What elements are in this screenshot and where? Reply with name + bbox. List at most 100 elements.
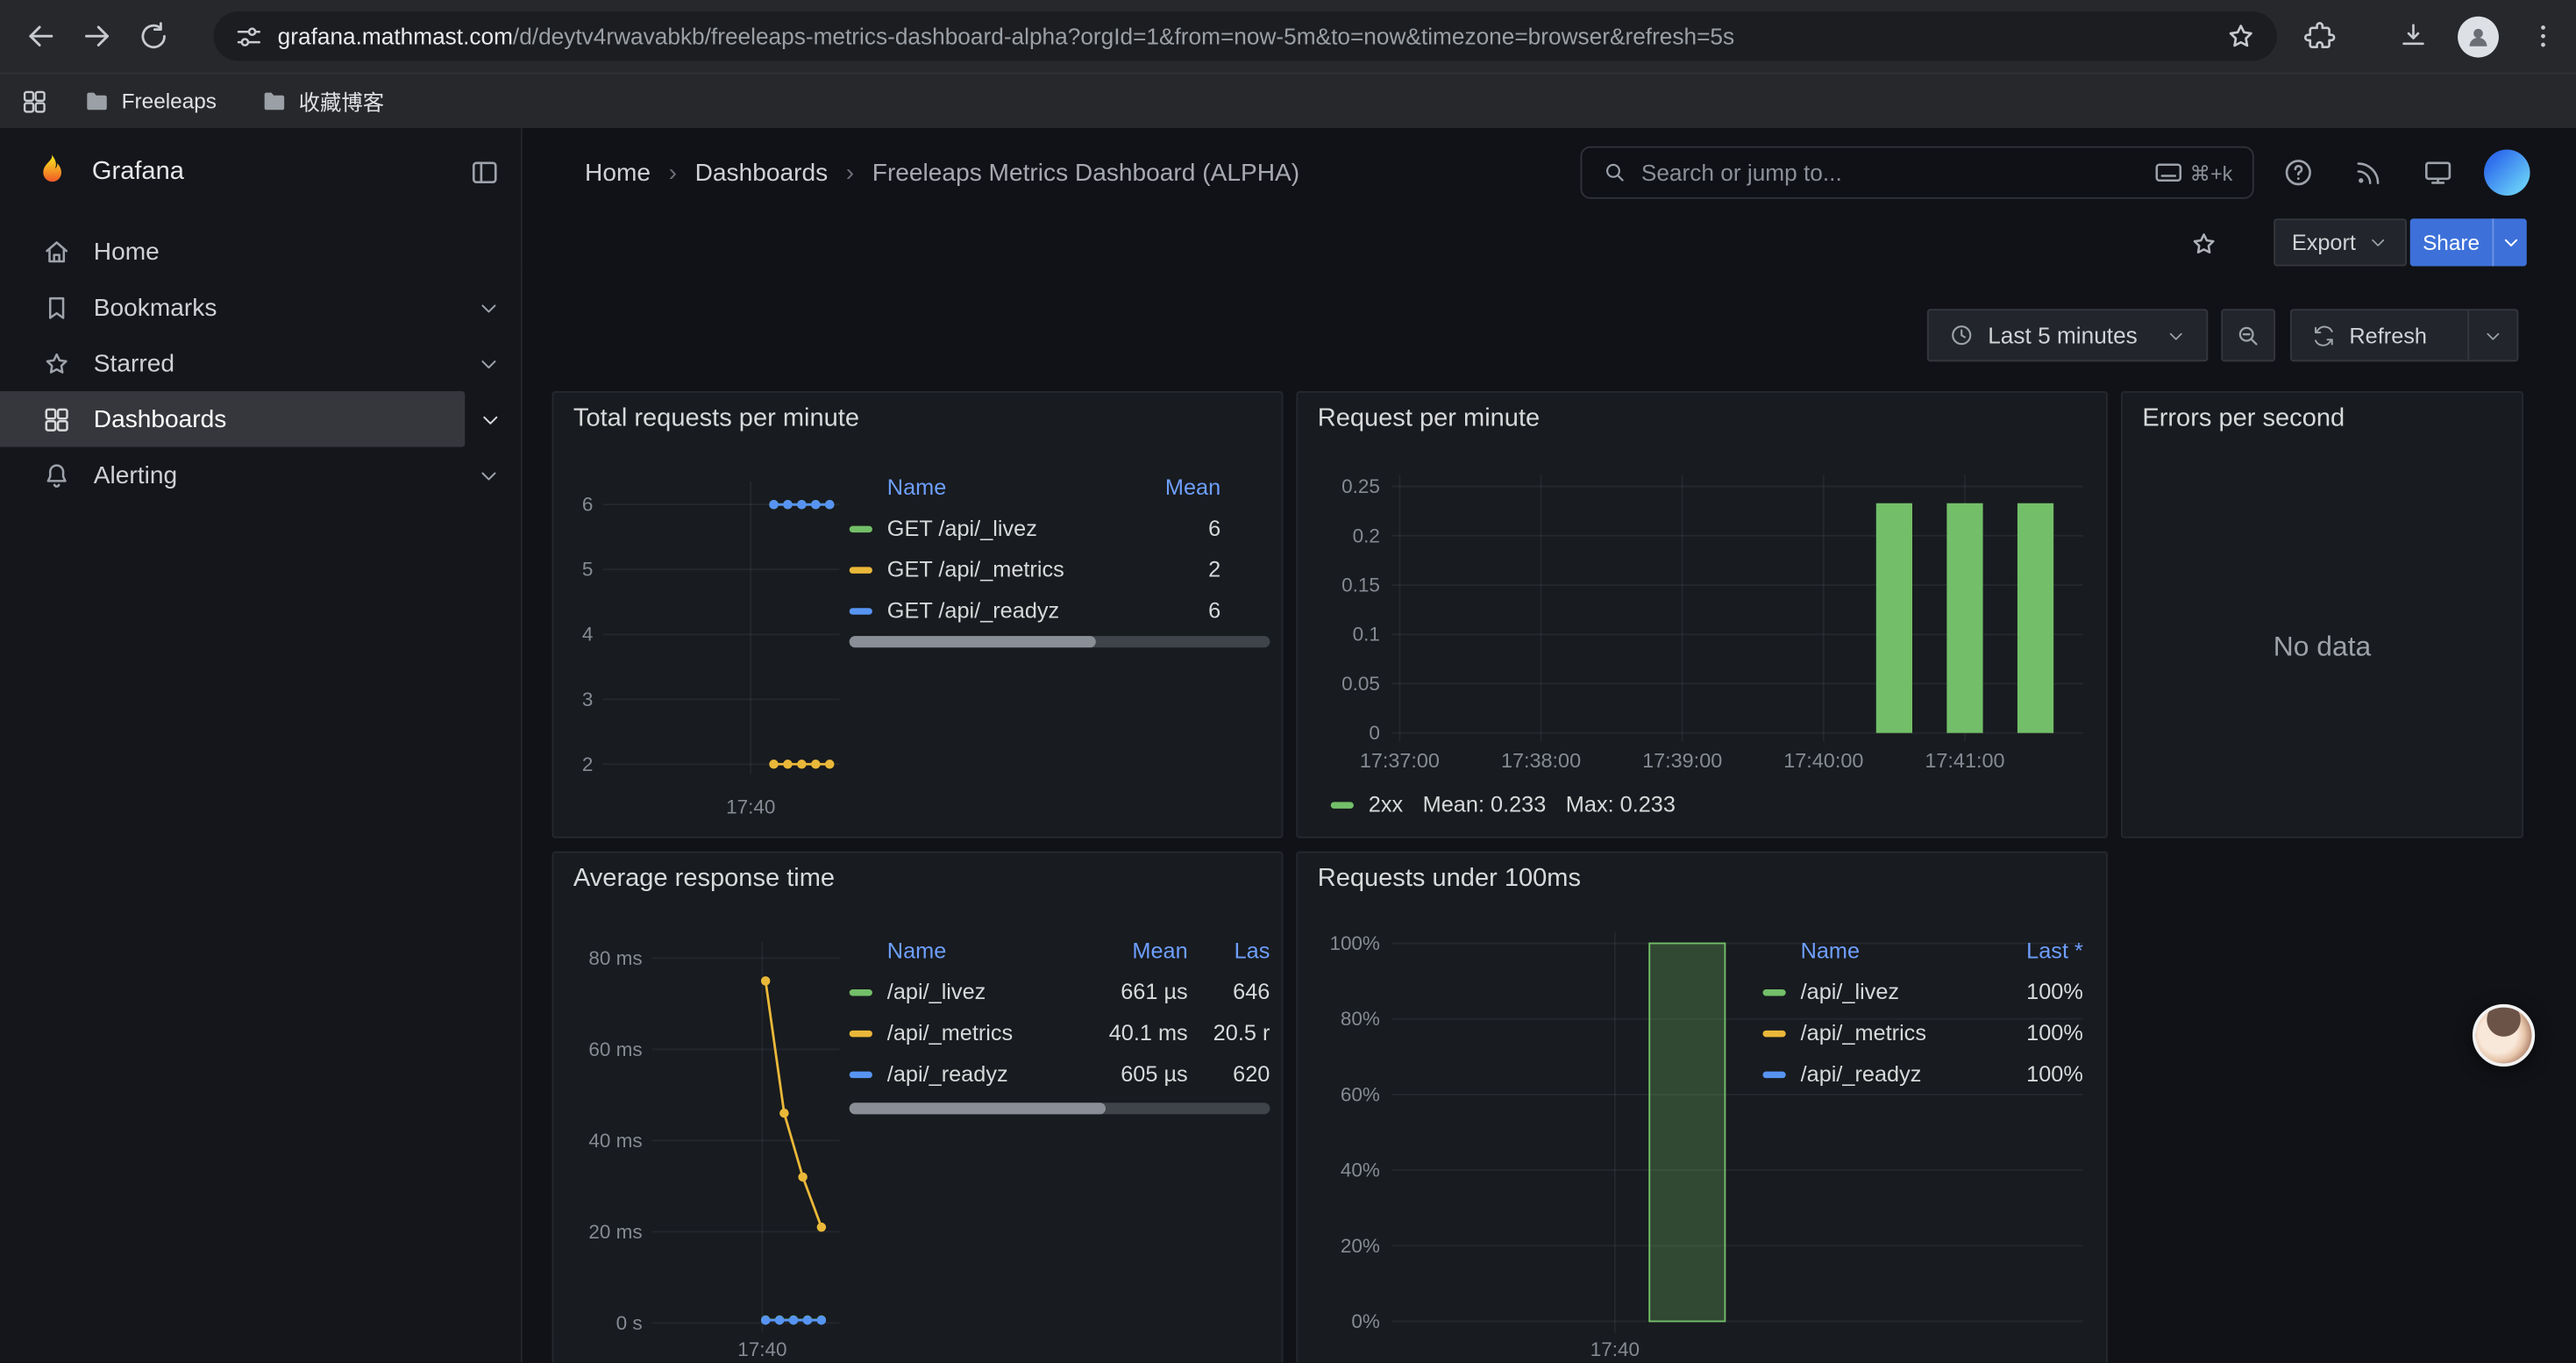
legend-header-name[interactable]: Name — [1801, 938, 1982, 962]
news-button[interactable] — [2339, 128, 2395, 217]
panel-title[interactable]: Errors per second — [2142, 404, 2345, 434]
legend-header-mean[interactable]: Mean — [1125, 475, 1270, 499]
monitor-icon — [2422, 156, 2454, 189]
brand-name: Grafana — [92, 158, 184, 188]
breadcrumb-home[interactable]: Home — [585, 159, 651, 187]
favorite-dashboard-button[interactable] — [2180, 220, 2225, 266]
legend-table: Name Last * /api/_livez 100% /api/_metri… — [1763, 929, 2083, 1095]
back-button[interactable] — [13, 8, 69, 64]
chevron-down-icon[interactable] — [476, 295, 501, 319]
legend-scrollbar[interactable] — [850, 636, 1270, 647]
legend-row[interactable]: GET /api/_readyz 6 — [850, 590, 1270, 632]
sidebar-item-bookmarks[interactable]: Bookmarks — [0, 280, 521, 336]
help-button[interactable] — [2270, 128, 2326, 217]
legend-item-2xx[interactable]: 2xx — [1331, 792, 1403, 817]
screen: grafana.mathmast.com/d/deytv4rwavabkb/fr… — [0, 0, 2576, 1362]
legend-row[interactable]: GET /api/_metrics 2 — [850, 549, 1270, 590]
legend-inline: 2xx Mean: 0.233 Max: 0.233 — [1331, 792, 1676, 817]
search-input[interactable]: Search or jump to... ⌘+k — [1581, 146, 2254, 199]
reload-button[interactable] — [125, 8, 181, 64]
chevron-down-icon[interactable] — [476, 351, 501, 375]
sidebar-item-label: Alerting — [94, 461, 177, 489]
bookmark-star-icon[interactable] — [2224, 19, 2257, 52]
series-last: 646 — [1188, 980, 1270, 1004]
legend-row[interactable]: /api/_readyz 100% — [1763, 1053, 2083, 1095]
series-name[interactable]: /api/_metrics — [1801, 1021, 1982, 1045]
legend-row[interactable]: /api/_readyz 605 µs 620 — [850, 1053, 1270, 1095]
grafana-header: Home › Dashboards › Freeleaps Metrics Da… — [523, 128, 2576, 217]
legend-header-last[interactable]: Las — [1188, 938, 1270, 962]
series-name[interactable]: /api/_livez — [887, 980, 1083, 1004]
chevron-down-icon[interactable] — [478, 407, 502, 432]
series-name[interactable]: GET /api/_livez — [887, 516, 1126, 540]
svg-text:100%: 100% — [1329, 932, 1379, 954]
sidebar-item-alerting[interactable]: Alerting — [0, 447, 521, 503]
svg-text:20 ms: 20 ms — [588, 1221, 642, 1243]
series-last: 620 — [1188, 1061, 1270, 1086]
series-name[interactable]: /api/_livez — [1801, 980, 1982, 1004]
kiosk-mode-button[interactable] — [2410, 128, 2466, 217]
sidebar-collapse-button[interactable] — [468, 156, 501, 189]
series-mean: 605 µs — [1083, 1061, 1188, 1086]
refresh-button[interactable]: Refresh — [2292, 310, 2467, 360]
browser-menu-button[interactable] — [2516, 8, 2572, 64]
series-name[interactable]: /api/_metrics — [887, 1021, 1083, 1045]
refresh-icon — [2311, 323, 2336, 347]
profile-button[interactable] — [2450, 8, 2506, 64]
legend-header-mean[interactable]: Mean — [1083, 938, 1188, 962]
legend-row[interactable]: GET /api/_livez 6 — [850, 508, 1270, 549]
zoom-out-button[interactable] — [2221, 309, 2275, 361]
downloads-button[interactable] — [2386, 8, 2442, 64]
series-name[interactable]: 2xx — [1369, 792, 1403, 817]
export-button[interactable]: Export — [2274, 218, 2407, 266]
series-name[interactable]: GET /api/_readyz — [887, 598, 1126, 623]
scrollbar-thumb[interactable] — [850, 636, 1096, 647]
sidebar-item-dashboards[interactable]: Dashboards — [0, 391, 465, 447]
bookmark-freeleaps[interactable]: Freeleaps — [82, 86, 217, 116]
grafana-logo[interactable] — [30, 150, 75, 195]
chevron-down-icon[interactable] — [476, 462, 501, 487]
legend-row[interactable]: /api/_livez 661 µs 646 — [850, 971, 1270, 1012]
svg-text:17:41:00: 17:41:00 — [1925, 749, 2004, 772]
extensions-icon — [2303, 19, 2336, 52]
side-panel-button[interactable] — [10, 76, 59, 125]
sidebar-item-starred[interactable]: Starred — [0, 335, 521, 391]
legend-header-name[interactable]: Name — [887, 938, 1083, 962]
site-controls-icon[interactable] — [233, 20, 265, 52]
panel-total-requests-per-minute: Total requests per minute 6543217:40 Nam… — [552, 391, 1284, 838]
refresh-interval-button[interactable] — [2467, 310, 2516, 360]
sidebar-item-label: Home — [94, 238, 160, 266]
breadcrumb-separator: › — [669, 159, 677, 187]
series-name[interactable]: /api/_readyz — [1801, 1061, 1982, 1086]
svg-text:0: 0 — [1369, 722, 1379, 744]
request-per-minute-chart[interactable]: 00.050.10.150.20.2517:37:0017:38:0017:39… — [1298, 393, 2108, 838]
sidebar-item-label: Dashboards — [94, 405, 227, 433]
legend-row[interactable]: /api/_metrics 100% — [1763, 1012, 2083, 1053]
floating-assistant-avatar[interactable] — [2473, 1004, 2535, 1067]
series-name[interactable]: GET /api/_metrics — [887, 557, 1126, 582]
share-menu-button[interactable] — [2492, 218, 2526, 266]
sidebar-item-home[interactable]: Home — [0, 224, 521, 280]
series-color-dash — [1763, 1071, 1786, 1077]
breadcrumb-dashboards[interactable]: Dashboards — [695, 159, 829, 187]
bookmark-icon — [41, 292, 73, 324]
svg-text:17:37:00: 17:37:00 — [1360, 749, 1440, 772]
svg-text:60 ms: 60 ms — [588, 1038, 642, 1060]
share-button[interactable]: Share — [2410, 218, 2527, 266]
legend-header-name[interactable]: Name — [887, 475, 1126, 499]
extensions-button[interactable] — [2292, 8, 2348, 64]
series-last: 100% — [1982, 980, 2083, 1004]
scrollbar-thumb[interactable] — [850, 1103, 1106, 1114]
user-avatar-button[interactable] — [2479, 128, 2535, 217]
forward-button[interactable] — [69, 8, 125, 64]
panel-request-per-minute: Request per minute 00.050.10.150.20.2517… — [1296, 391, 2108, 838]
legend-scrollbar[interactable] — [850, 1103, 1270, 1114]
bookmark-blog[interactable]: 收藏博客 — [260, 85, 384, 117]
legend-row[interactable]: /api/_metrics 40.1 ms 20.5 r — [850, 1012, 1270, 1053]
legend-header-last[interactable]: Last * — [1982, 938, 2083, 962]
svg-text:6: 6 — [582, 494, 594, 516]
address-bar[interactable]: grafana.mathmast.com/d/deytv4rwavabkb/fr… — [214, 11, 2277, 61]
legend-row[interactable]: /api/_livez 100% — [1763, 971, 2083, 1012]
time-range-picker[interactable]: Last 5 minutes — [1927, 309, 2208, 361]
series-name[interactable]: /api/_readyz — [887, 1061, 1083, 1086]
